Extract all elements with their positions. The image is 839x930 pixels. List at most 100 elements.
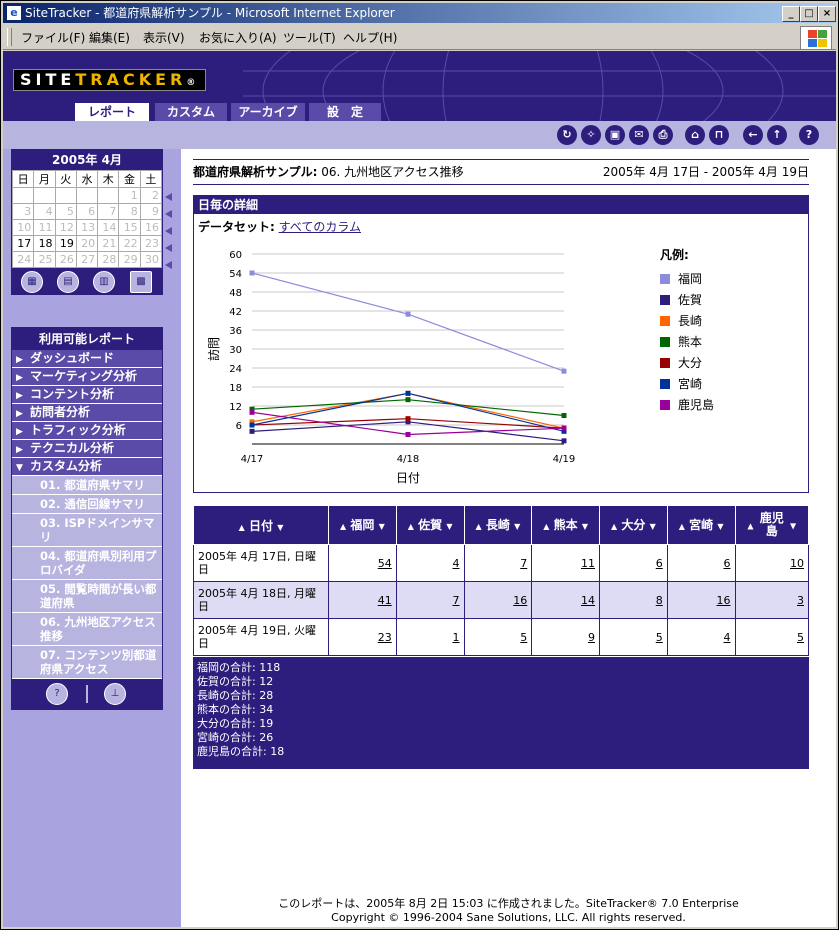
calendar-day[interactable]: 24 [11, 251, 35, 268]
cell-value-link[interactable]: 1 [453, 631, 460, 644]
column-header[interactable]: ▲ 宮崎 ▼ [666, 505, 736, 545]
column-header[interactable]: ▲ 佐賀 ▼ [395, 505, 465, 545]
save-icon[interactable]: ▣ [605, 125, 625, 145]
month-view-icon[interactable]: ▥ [93, 271, 115, 293]
calendar-day[interactable]: 9 [139, 203, 163, 220]
subreport-item[interactable]: 01. 都道府県サマリ [12, 476, 162, 495]
report-item-dashboard[interactable]: ▶ ダッシュボード [12, 350, 162, 368]
lock-icon[interactable]: ⊓ [709, 125, 729, 145]
cell-value-link[interactable]: 6 [724, 557, 731, 570]
calendar-day[interactable]: 8 [118, 203, 141, 220]
calendar-day[interactable]: 1 [118, 187, 141, 204]
help-icon[interactable]: ? [799, 125, 819, 145]
report-item-traffic[interactable]: ▶ トラフィック分析 [12, 422, 162, 440]
refresh-icon[interactable]: ↻ [557, 125, 577, 145]
sort-desc-icon[interactable]: ▼ [717, 522, 723, 531]
calendar-day[interactable]: 14 [97, 219, 120, 236]
report-item-marketing[interactable]: ▶ マーケティング分析 [12, 368, 162, 386]
year-view-icon[interactable]: ▩ [130, 271, 152, 293]
menu-edit[interactable]: 編集(E) [89, 29, 130, 46]
menu-file[interactable]: ファイル(F) [21, 29, 85, 46]
report-item-content[interactable]: ▶ コンテント分析 [12, 386, 162, 404]
cell-value-link[interactable]: 7 [520, 557, 527, 570]
question-icon[interactable]: ? [46, 683, 68, 705]
sort-asc-icon[interactable]: ▲ [239, 523, 245, 532]
week-select-arrow-icon[interactable] [165, 244, 172, 252]
column-header[interactable]: ▲ 鹿児島 ▼ [734, 505, 809, 545]
calendar-day[interactable]: 12 [54, 219, 77, 236]
cell-value-link[interactable]: 7 [453, 594, 460, 607]
week-select-arrow-icon[interactable] [165, 193, 172, 201]
tab-custom[interactable]: カスタム [155, 103, 227, 121]
cell-value-link[interactable]: 5 [656, 631, 663, 644]
cell-value-link[interactable]: 4 [453, 557, 460, 570]
sort-asc-icon[interactable]: ▲ [476, 522, 482, 531]
sort-desc-icon[interactable]: ▼ [790, 522, 796, 531]
pin-icon[interactable]: ⊥ [104, 683, 126, 705]
column-header[interactable]: ▲ 熊本 ▼ [531, 505, 600, 545]
sort-desc-icon[interactable]: ▼ [277, 523, 283, 532]
calculator-icon[interactable]: ▦ [21, 271, 43, 293]
maximize-button[interactable]: □ [800, 6, 818, 22]
up-icon[interactable]: ↑ [767, 125, 787, 145]
subreport-item[interactable]: 03. ISPドメインサマリ [12, 514, 162, 547]
idea-icon[interactable]: ✧ [581, 125, 601, 145]
tab-settings[interactable]: 設 定 [309, 103, 381, 121]
dataset-link[interactable]: すべてのカラム [279, 220, 361, 234]
sort-desc-icon[interactable]: ▼ [379, 522, 385, 531]
cell-value-link[interactable]: 6 [656, 557, 663, 570]
calendar-day[interactable]: 5 [54, 203, 77, 220]
calendar-day[interactable]: 2 [139, 187, 163, 204]
calendar-day[interactable]: 6 [75, 203, 99, 220]
calendar-day[interactable]: 18 [33, 235, 56, 252]
calendar-day[interactable]: 13 [75, 219, 99, 236]
menu-help[interactable]: ヘルプ(H) [343, 29, 397, 46]
minimize-button[interactable]: _ [782, 6, 800, 22]
sort-asc-icon[interactable]: ▲ [408, 522, 414, 531]
calendar-day[interactable]: 29 [118, 251, 141, 268]
calendar-day[interactable]: 11 [33, 219, 56, 236]
cell-value-link[interactable]: 9 [588, 631, 595, 644]
tab-report[interactable]: レポート [75, 103, 149, 121]
cell-value-link[interactable]: 11 [581, 557, 595, 570]
calendar-day[interactable]: 23 [139, 235, 163, 252]
cell-value-link[interactable]: 3 [797, 594, 804, 607]
cell-value-link[interactable]: 4 [724, 631, 731, 644]
calendar-day[interactable]: 20 [75, 235, 99, 252]
calendar-day[interactable]: 10 [11, 219, 35, 236]
mail-icon[interactable]: ✉ [629, 125, 649, 145]
sort-desc-icon[interactable]: ▼ [650, 522, 656, 531]
calendar-day[interactable]: 21 [97, 235, 120, 252]
menu-tools[interactable]: ツール(T) [283, 29, 336, 46]
sort-desc-icon[interactable]: ▼ [446, 522, 452, 531]
menu-view[interactable]: 表示(V) [143, 29, 185, 46]
report-item-visitors[interactable]: ▶ 訪問者分析 [12, 404, 162, 422]
sort-asc-icon[interactable]: ▲ [611, 522, 617, 531]
cell-value-link[interactable]: 41 [378, 594, 392, 607]
print-icon[interactable]: ⎙ [653, 125, 673, 145]
sort-asc-icon[interactable]: ▲ [679, 522, 685, 531]
column-header-date[interactable]: ▲ 日付 ▼ [193, 505, 329, 545]
home-icon[interactable]: ⌂ [685, 125, 705, 145]
cell-value-link[interactable]: 16 [717, 594, 731, 607]
calendar-day[interactable]: 3 [11, 203, 35, 220]
subreport-item[interactable]: 04. 都道府県別利用プロバイダ [12, 547, 162, 580]
week-select-arrow-icon[interactable] [165, 210, 172, 218]
cell-value-link[interactable]: 23 [378, 631, 392, 644]
calendar-day[interactable]: 19 [54, 235, 77, 252]
subreport-item[interactable]: 05. 閲覧時間が長い都道府県 [12, 580, 162, 613]
column-header[interactable]: ▲ 大分 ▼ [599, 505, 668, 545]
cell-value-link[interactable]: 54 [378, 557, 392, 570]
cell-value-link[interactable]: 16 [513, 594, 527, 607]
cell-value-link[interactable]: 5 [520, 631, 527, 644]
calendar-day[interactable]: 7 [97, 203, 120, 220]
sort-desc-icon[interactable]: ▼ [582, 522, 588, 531]
report-item-custom[interactable]: ▼ カスタム分析 [12, 458, 162, 476]
report-item-technical[interactable]: ▶ テクニカル分析 [12, 440, 162, 458]
calendar-day[interactable]: 15 [118, 219, 141, 236]
calendar-day[interactable]: 16 [139, 219, 163, 236]
calendar-day[interactable]: 27 [75, 251, 99, 268]
calendar-day[interactable]: 4 [33, 203, 56, 220]
sort-desc-icon[interactable]: ▼ [514, 522, 520, 531]
calendar-day[interactable]: 17 [11, 235, 35, 252]
